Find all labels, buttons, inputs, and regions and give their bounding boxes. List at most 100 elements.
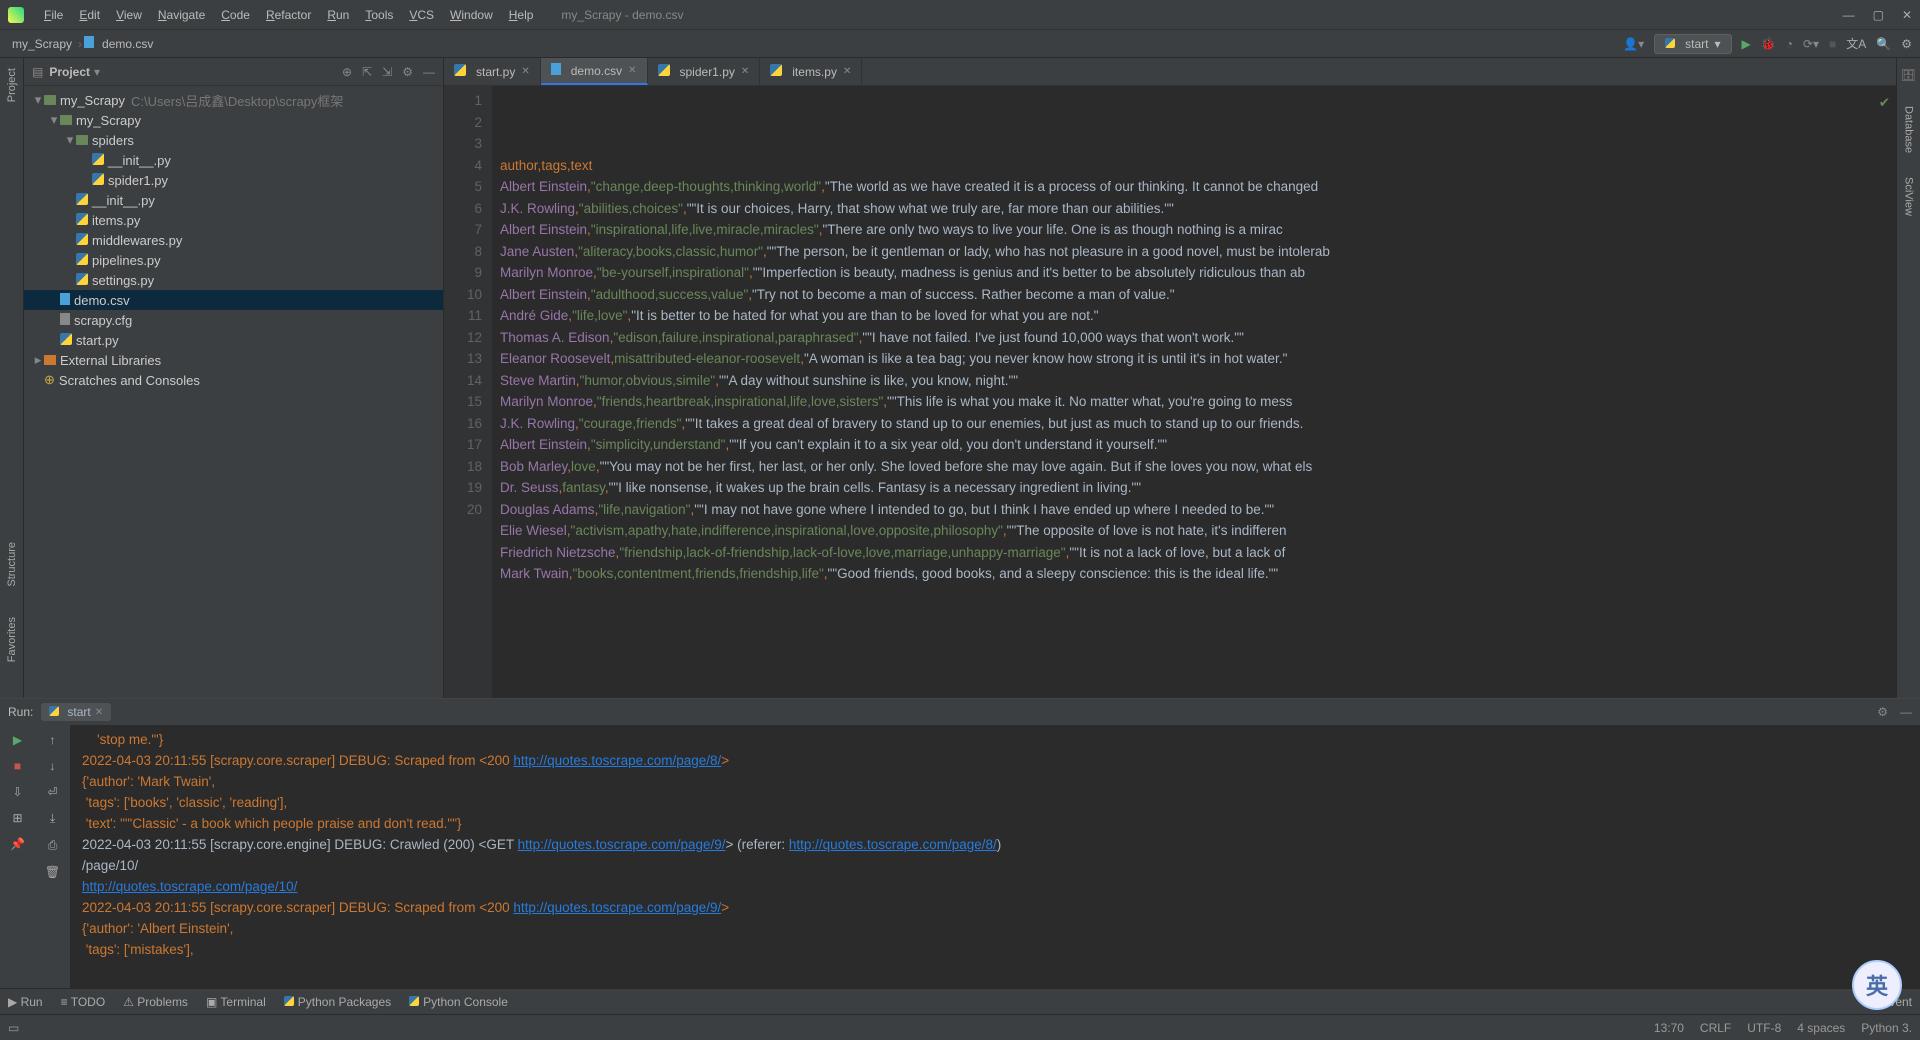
tab-todo[interactable]: ≡ TODO <box>61 995 106 1009</box>
menu-navigate[interactable]: Navigate <box>150 8 213 22</box>
minimize-icon[interactable]: — <box>1843 8 1855 22</box>
menu-window[interactable]: Window <box>442 8 501 22</box>
code-editor[interactable]: 1234567891011121314151617181920 ✔ author… <box>444 86 1896 698</box>
wrap-icon[interactable]: ⏎ <box>47 785 57 799</box>
run-tab[interactable]: start ✕ <box>41 703 111 721</box>
tree-item[interactable]: spider1.py <box>24 170 443 190</box>
tree-item[interactable]: ▾spiders <box>24 130 443 150</box>
down-icon[interactable]: ⇩ <box>12 785 22 799</box>
py-icon <box>454 64 470 79</box>
menu-help[interactable]: Help <box>501 8 542 22</box>
gear-icon[interactable]: ⚙ <box>402 65 413 79</box>
search-icon[interactable]: 🔍 <box>1876 37 1891 51</box>
menu-view[interactable]: View <box>108 8 150 22</box>
close-icon[interactable]: ✕ <box>95 707 103 718</box>
tree-item[interactable]: __init__.py <box>24 150 443 170</box>
tree-item[interactable]: middlewares.py <box>24 230 443 250</box>
line-separator[interactable]: CRLF <box>1700 1021 1731 1035</box>
csv-icon <box>84 36 98 51</box>
menu-refactor[interactable]: Refactor <box>258 8 319 22</box>
add-user-icon[interactable]: 👤▾ <box>1623 37 1644 51</box>
folder-icon: ▤ <box>32 65 43 79</box>
close-icon[interactable]: ✕ <box>1902 8 1912 22</box>
editor-tab[interactable]: spider1.py✕ <box>648 58 761 85</box>
tool-window-database[interactable]: Database <box>1903 106 1915 153</box>
tool-window-structure[interactable]: Structure <box>6 542 18 587</box>
python-interpreter[interactable]: Python 3. <box>1861 1021 1912 1035</box>
close-icon[interactable]: ✕ <box>521 66 529 77</box>
hide-icon[interactable]: — <box>423 65 435 79</box>
tree-item[interactable]: items.py <box>24 210 443 230</box>
menu-vcs[interactable]: VCS <box>401 8 442 22</box>
menu-code[interactable]: Code <box>213 8 258 22</box>
tree-item[interactable]: pipelines.py <box>24 250 443 270</box>
run-icon[interactable]: ▶ <box>1742 37 1751 51</box>
run-console[interactable]: 'stop me."'}2022-04-03 20:11:55 [scrapy.… <box>70 725 1920 988</box>
status-icon[interactable]: ▭ <box>8 1021 19 1035</box>
tab-run[interactable]: ▶ Run <box>8 995 43 1009</box>
locate-icon[interactable]: ⊕ <box>342 65 352 79</box>
breadcrumb[interactable]: my_Scrapy <box>8 37 76 51</box>
editor-tab[interactable]: items.py✕ <box>760 58 862 85</box>
maximize-icon[interactable]: ▢ <box>1873 8 1884 22</box>
tree-external-libs[interactable]: ▸External Libraries <box>24 350 443 370</box>
editor-tab[interactable]: demo.csv✕ <box>541 58 648 85</box>
menu-run[interactable]: Run <box>319 8 357 22</box>
ime-indicator[interactable]: 英 <box>1852 960 1902 1010</box>
coverage-icon[interactable]: ◔ <box>1786 37 1793 51</box>
run-config-selector[interactable]: start ▾ <box>1654 34 1731 54</box>
pin-icon[interactable]: 📌 <box>10 837 25 851</box>
tab-terminal[interactable]: ▣ Terminal <box>206 995 266 1009</box>
stop-icon[interactable]: ■ <box>1829 37 1836 51</box>
caret-position[interactable]: 13:70 <box>1654 1021 1684 1035</box>
breadcrumb[interactable]: demo.csv <box>98 37 157 51</box>
right-tool-stripe: 🗄 Database SciView <box>1896 58 1920 698</box>
window-title: my_Scrapy - demo.csv <box>561 8 683 22</box>
tree-item[interactable]: __init__.py <box>24 190 443 210</box>
menu-file[interactable]: File <box>36 8 71 22</box>
scroll-icon[interactable]: ⤓ <box>50 811 55 826</box>
tree-item[interactable]: ▾my_ScrapyC:\Users\吕成鑫\Desktop\scrapy框架 <box>24 90 443 110</box>
profile-icon[interactable]: ⟳▾ <box>1803 37 1819 51</box>
tree-item[interactable]: ▾my_Scrapy <box>24 110 443 130</box>
debug-icon[interactable]: 🐞 <box>1761 37 1776 51</box>
close-icon[interactable]: ✕ <box>843 66 851 77</box>
gear-icon[interactable]: ⚙ <box>1901 37 1912 51</box>
editor-tab[interactable]: start.py✕ <box>444 58 541 85</box>
trash-icon[interactable]: 🗑 <box>45 865 60 879</box>
file-encoding[interactable]: UTF-8 <box>1747 1021 1781 1035</box>
tool-window-project[interactable]: Project <box>6 68 18 102</box>
tree-scratches[interactable]: ⊕Scratches and Consoles <box>24 370 443 390</box>
tab-python-packages[interactable]: Python Packages <box>284 995 391 1009</box>
translate-icon[interactable]: 文A <box>1846 35 1866 52</box>
code-content[interactable]: ✔ author,tags,textAlbert Einstein,"chang… <box>492 86 1896 698</box>
project-tree[interactable]: ▾my_ScrapyC:\Users\吕成鑫\Desktop\scrapy框架▾… <box>24 86 443 698</box>
inspection-ok-icon: ✔ <box>1879 92 1890 114</box>
stop-icon[interactable]: ■ <box>14 759 21 773</box>
down-arrow-icon[interactable]: ↓ <box>50 759 56 773</box>
tree-item[interactable]: settings.py <box>24 270 443 290</box>
indent-setting[interactable]: 4 spaces <box>1797 1021 1845 1035</box>
layout-icon[interactable]: ⊞ <box>12 811 22 825</box>
tab-problems[interactable]: ⚠ Problems <box>123 995 188 1009</box>
expand-all-icon[interactable]: ⇱ <box>362 65 372 79</box>
gear-icon[interactable]: ⚙ <box>1877 705 1888 719</box>
chevron-down-icon[interactable]: ▾ <box>94 65 100 79</box>
tool-window-favorites[interactable]: Favorites <box>6 617 18 662</box>
tree-item[interactable]: start.py <box>24 330 443 350</box>
tool-window-sciview[interactable]: SciView <box>1903 177 1915 216</box>
menu-tools[interactable]: Tools <box>357 8 401 22</box>
hide-icon[interactable]: — <box>1900 705 1912 719</box>
print-icon[interactable]: ⎙ <box>48 838 58 853</box>
up-arrow-icon[interactable]: ↑ <box>50 733 56 747</box>
rerun-icon[interactable]: ▶ <box>13 733 22 747</box>
tree-item[interactable]: demo.csv <box>24 290 443 310</box>
line-gutter: 1234567891011121314151617181920 <box>444 86 492 698</box>
close-icon[interactable]: ✕ <box>741 66 749 77</box>
tree-item[interactable]: scrapy.cfg <box>24 310 443 330</box>
tab-python-console[interactable]: Python Console <box>409 995 508 1009</box>
menu-edit[interactable]: Edit <box>71 8 108 22</box>
database-icon[interactable]: 🗄 <box>1901 68 1916 82</box>
close-icon[interactable]: ✕ <box>628 65 636 76</box>
collapse-all-icon[interactable]: ⇲ <box>382 65 392 79</box>
